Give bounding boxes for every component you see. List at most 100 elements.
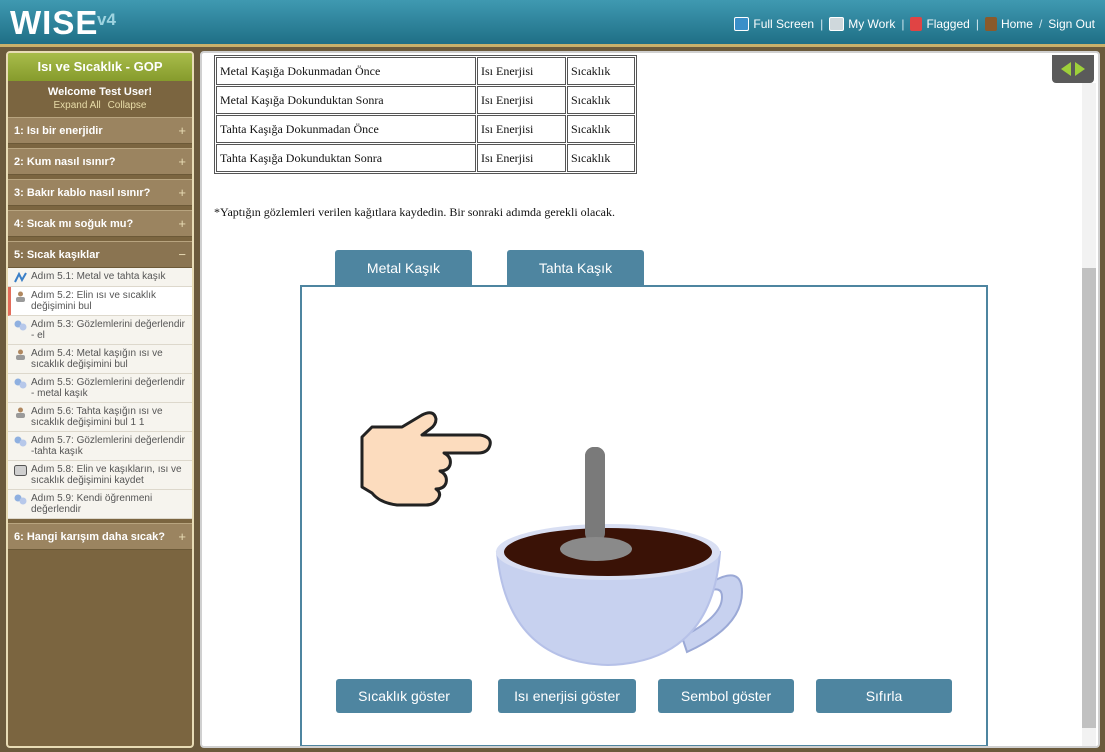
fullscreen-label: Full Screen [753, 17, 815, 31]
tab-wooden-spoon[interactable]: Tahta Kaşık [507, 250, 644, 286]
reset-button[interactable]: Sıfırla [816, 679, 952, 713]
step-item[interactable]: Adım 5.9: Kendi öğrenmeni değerlendir [8, 490, 192, 519]
top-bar: WISE v4 Full Screen | My Work | Flagged … [0, 0, 1105, 47]
person-icon [16, 349, 25, 360]
expand-all-link[interactable]: Expand All [54, 100, 101, 111]
person-icon [16, 407, 25, 418]
home-button[interactable]: Home [984, 17, 1033, 31]
note-icon [14, 272, 27, 283]
welcome-text: Welcome Test User! [47, 86, 153, 98]
activity-label: 1: Isı bir enerjidir [14, 124, 103, 137]
step-label: Adım 5.1: Metal ve tahta kaşık [31, 271, 166, 282]
next-step-icon[interactable] [1075, 62, 1085, 76]
step-item-current[interactable]: Adım 5.2: Elin ısı ve sıcaklık değişimin… [8, 287, 192, 316]
coffee-cup-icon [495, 447, 744, 667]
plus-icon: + [178, 529, 186, 544]
table-cell: Isı Enerjisi [477, 86, 566, 114]
step-item[interactable]: Adım 5.1: Metal ve tahta kaşık [8, 268, 192, 287]
step-item[interactable]: Adım 5.8: Elin ve kaşıkların, ısı ve sıc… [8, 461, 192, 490]
step-label: Adım 5.8: Elin ve kaşıkların, ısı ve sıc… [31, 464, 182, 486]
fullscreen-button[interactable]: Full Screen [734, 17, 814, 31]
previous-step-icon[interactable] [1061, 62, 1071, 76]
instruction-note: *Yaptığın gözlemleri verilen kağıtlara k… [214, 205, 615, 219]
nav-divider: | [975, 17, 979, 31]
table-cell: Tahta Kaşığa Dokunmadan Önce [216, 115, 476, 143]
scrollbar-thumb[interactable] [1082, 268, 1096, 728]
table-row: Tahta Kaşığa Dokunduktan Sonra Isı Enerj… [216, 144, 635, 172]
version-label: v4 [97, 10, 116, 29]
step-item[interactable]: Adım 5.5: Gözlemlerini değerlendir - met… [8, 374, 192, 403]
nav-divider: | [901, 17, 905, 31]
activity-2[interactable]: 2: Kum nasıl ısınır? + [8, 148, 192, 175]
plus-icon: + [178, 123, 186, 138]
plus-icon: + [178, 216, 186, 231]
show-temperature-button[interactable]: Sıcaklık göster [336, 679, 472, 713]
table-cell: Isı Enerjisi [477, 115, 566, 143]
plus-icon: + [178, 185, 186, 200]
signout-button[interactable]: Sign Out [1048, 17, 1095, 31]
step-label: Adım 5.9: Kendi öğrenmeni değerlendir [31, 493, 153, 515]
table-cell: Sıcaklık [567, 115, 635, 143]
step-content: Metal Kaşığa Dokunmadan Önce Isı Enerjis… [200, 51, 1100, 748]
activity-label: 6: Hangi karışım daha sıcak? [14, 530, 166, 543]
table-row: Tahta Kaşığa Dokunmadan Önce Isı Enerjis… [216, 115, 635, 143]
expand-collapse-links: Expand All Collapse [8, 100, 192, 111]
chat-icon [14, 378, 27, 389]
activity-label: 2: Kum nasıl ısınır? [14, 155, 116, 168]
table-cell: Metal Kaşığa Dokunmadan Önce [216, 57, 476, 85]
step-label: Adım 5.3: Gözlemlerini değerlendir - el [31, 319, 185, 341]
show-heat-energy-button[interactable]: Isı enerjisi göster [498, 679, 636, 713]
collapse-link[interactable]: Collapse [108, 100, 147, 111]
table-cell: Sıcaklık [567, 57, 635, 85]
step-label: Adım 5.4: Metal kaşığın ısı ve sıcaklık … [31, 348, 163, 370]
flagged-button[interactable]: Flagged [910, 17, 970, 31]
step-nav-arrows [1052, 55, 1094, 83]
mywork-button[interactable]: My Work [829, 17, 895, 31]
box-icon [14, 465, 27, 476]
chat-icon [14, 436, 27, 447]
step-item[interactable]: Adım 5.3: Gözlemlerini değerlendir - el [8, 316, 192, 345]
table-cell: Sıcaklık [567, 144, 635, 172]
step-item[interactable]: Adım 5.6: Tahta kaşığın ısı ve sıcaklık … [8, 403, 192, 432]
tab-metal-spoon[interactable]: Metal Kaşık [335, 250, 472, 286]
step-label: Adım 5.5: Gözlemlerini değerlendir - met… [31, 377, 185, 399]
plus-icon: + [178, 154, 186, 169]
top-nav: Full Screen | My Work | Flagged | Home /… [734, 17, 1095, 31]
table-cell: Sıcaklık [567, 86, 635, 114]
flagged-label: Flagged [926, 17, 970, 31]
chat-icon [14, 494, 27, 505]
table-row: Metal Kaşığa Dokunduktan Sonra Isı Enerj… [216, 86, 635, 114]
simulation-panel: Sıcaklık göster Isı enerjisi göster Semb… [300, 285, 988, 746]
activity-4[interactable]: 4: Sıcak mı soğuk mu? + [8, 210, 192, 237]
door-icon [984, 17, 997, 31]
activity-3[interactable]: 3: Bakır kablo nasıl ısınır? + [8, 179, 192, 206]
step-label: Adım 5.7: Gözlemlerini değerlendir -taht… [31, 435, 185, 457]
step-label: Adım 5.6: Tahta kaşığın ısı ve sıcaklık … [31, 406, 163, 428]
observation-table: Metal Kaşığa Dokunmadan Önce Isı Enerjis… [214, 55, 637, 174]
activity-6[interactable]: 6: Hangi karışım daha sıcak? + [8, 523, 192, 550]
mywork-label: My Work [848, 17, 896, 31]
table-cell: Tahta Kaşığa Dokunduktan Sonra [216, 144, 476, 172]
signout-label: Sign Out [1048, 17, 1095, 31]
project-title: Isı ve Sıcaklık - GOP [8, 53, 192, 81]
home-label: Home [1000, 17, 1033, 31]
step-list: Adım 5.1: Metal ve tahta kaşık Adım 5.2:… [8, 268, 192, 519]
hand-icon[interactable] [360, 411, 492, 507]
step-item[interactable]: Adım 5.7: Gözlemlerini değerlendir -taht… [8, 432, 192, 461]
sidebar: Isı ve Sıcaklık - GOP Welcome Test User!… [6, 51, 194, 748]
step-item[interactable]: Adım 5.4: Metal kaşığın ısı ve sıcaklık … [8, 345, 192, 374]
minus-icon: − [178, 247, 186, 262]
table-cell: Metal Kaşığa Dokunduktan Sonra [216, 86, 476, 114]
activity-1[interactable]: 1: Isı bir enerjidir + [8, 117, 192, 144]
activity-5[interactable]: 5: Sıcak kaşıklar − [8, 241, 192, 268]
simulation-canvas [360, 411, 744, 667]
chat-icon [14, 320, 27, 331]
activity-label: 4: Sıcak mı soğuk mu? [14, 217, 134, 230]
fullscreen-icon [734, 17, 750, 31]
person-icon [16, 291, 25, 302]
nav-divider: / [1038, 17, 1043, 31]
show-symbol-button[interactable]: Sembol göster [658, 679, 794, 713]
activity-label: 5: Sıcak kaşıklar [14, 248, 100, 261]
table-row: Metal Kaşığa Dokunmadan Önce Isı Enerjis… [216, 57, 635, 85]
nav-divider: | [820, 17, 824, 31]
